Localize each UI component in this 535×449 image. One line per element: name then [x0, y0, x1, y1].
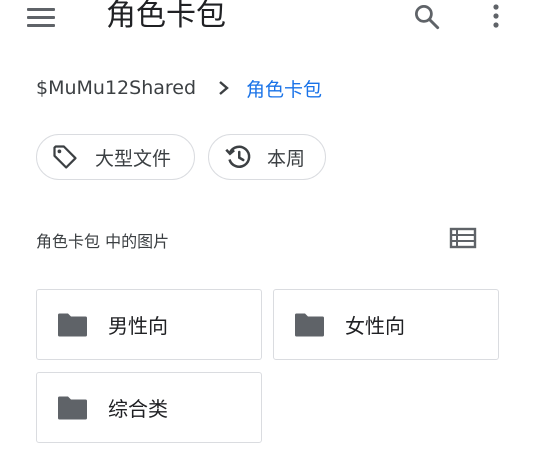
breadcrumb-root[interactable]: $MuMu12Shared [36, 77, 196, 99]
list-view-icon[interactable] [449, 226, 477, 250]
search-icon[interactable] [412, 2, 442, 32]
folder-icon [58, 396, 87, 419]
breadcrumb: $MuMu12Shared 角色卡包 [36, 74, 322, 102]
folder-icon [58, 313, 87, 336]
folder-card[interactable]: 男性向 [36, 289, 262, 360]
folder-icon [295, 313, 324, 336]
history-icon [225, 145, 251, 168]
section-title: 角色卡包 中的图片 [36, 232, 170, 251]
filter-chip-label: 大型文件 [95, 147, 172, 170]
page-title: 角色卡包 [106, 0, 226, 33]
tag-icon [53, 145, 77, 169]
menu-icon[interactable] [27, 6, 57, 28]
more-vert-icon[interactable] [488, 2, 504, 32]
filter-chip-large-files[interactable]: 大型文件 [36, 134, 195, 180]
folder-card[interactable]: 综合类 [36, 372, 262, 443]
folder-card[interactable]: 女性向 [273, 289, 499, 360]
folder-name: 男性向 [108, 314, 168, 338]
folder-name: 女性向 [345, 314, 405, 338]
breadcrumb-current[interactable]: 角色卡包 [246, 75, 322, 102]
filter-chip-label: 本周 [267, 147, 306, 170]
filter-chip-this-week[interactable]: 本周 [208, 134, 326, 180]
chevron-right-icon [219, 81, 229, 95]
folder-name: 综合类 [108, 397, 168, 421]
